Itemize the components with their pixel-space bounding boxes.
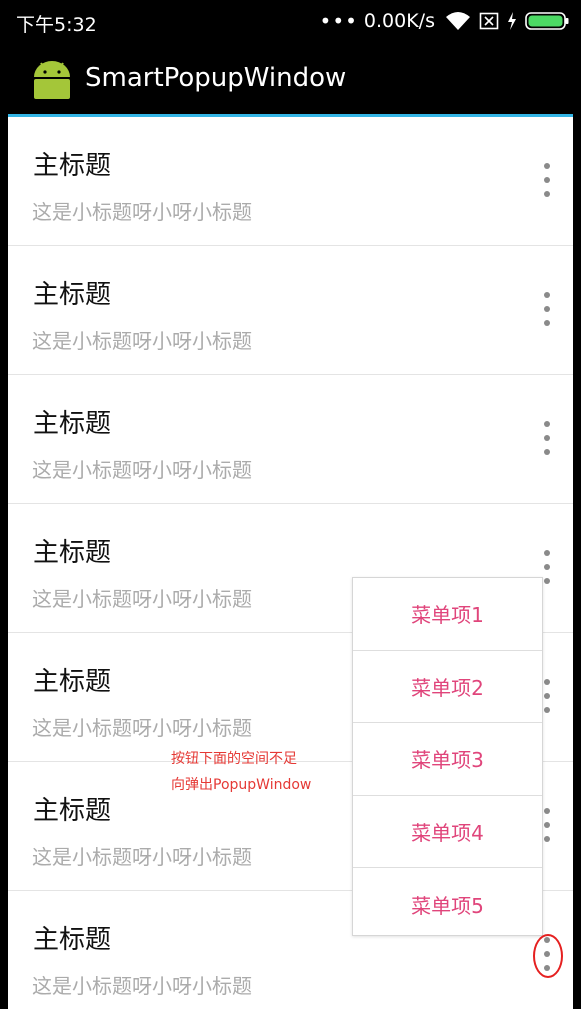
list-item[interactable]: 主标题 这是小标题呀小呀小标题 [8,246,573,375]
annotation-line-2: 向弹出PopupWindow [171,777,312,793]
android-logo-icon [34,61,70,99]
list-item[interactable]: 主标题 这是小标题呀小呀小标题 [8,117,573,246]
item-title: 主标题 [33,667,112,697]
list-item[interactable]: 主标题 这是小标题呀小呀小标题 [8,375,573,504]
popup-menu-item-2[interactable]: 菜单项2 [353,651,542,724]
status-icons: ••• 0.00K/s [320,8,569,34]
network-speed: 0.00K/s [363,10,435,32]
popup-menu-item-4[interactable]: 菜单项4 [353,796,542,869]
more-vertical-icon[interactable] [536,292,558,326]
charging-icon [508,12,516,30]
popup-menu-item-5[interactable]: 菜单项5 [353,868,542,940]
annotation-note: 按钮下面的空间不足 向弹出PopupWindow [171,746,311,798]
item-title: 主标题 [33,409,112,439]
popup-menu: 菜单项1 菜单项2 菜单项3 菜单项4 菜单项5 [352,577,543,936]
more-dots-indicator: ••• [319,9,358,33]
item-title: 主标题 [33,925,112,955]
popup-menu-item-3[interactable]: 菜单项3 [353,723,542,796]
sim-card-icon [479,12,499,30]
item-subtitle: 这是小标题呀小呀小标题 [32,587,252,611]
app-title: SmartPopupWindow [85,63,347,93]
item-title: 主标题 [33,151,112,181]
more-vertical-icon[interactable] [536,421,558,455]
item-subtitle: 这是小标题呀小呀小标题 [32,200,252,224]
item-title: 主标题 [33,280,112,310]
item-subtitle: 这是小标题呀小呀小标题 [32,716,252,740]
item-subtitle: 这是小标题呀小呀小标题 [32,845,252,869]
app-bar: SmartPopupWindow [0,44,581,114]
item-title: 主标题 [33,796,112,826]
highlight-circle [533,934,563,978]
item-subtitle: 这是小标题呀小呀小标题 [32,458,252,482]
more-vertical-icon[interactable] [536,163,558,197]
item-subtitle: 这是小标题呀小呀小标题 [32,974,252,998]
item-title: 主标题 [33,538,112,568]
annotation-line-1: 按钮下面的空间不足 [171,751,297,767]
item-subtitle: 这是小标题呀小呀小标题 [32,329,252,353]
popup-menu-item-1[interactable]: 菜单项1 [353,578,542,651]
wifi-icon [446,12,470,30]
status-bar: 下午5:32 ••• 0.00K/s [0,0,581,44]
status-time: 下午5:32 [16,14,97,36]
battery-icon [525,12,569,30]
